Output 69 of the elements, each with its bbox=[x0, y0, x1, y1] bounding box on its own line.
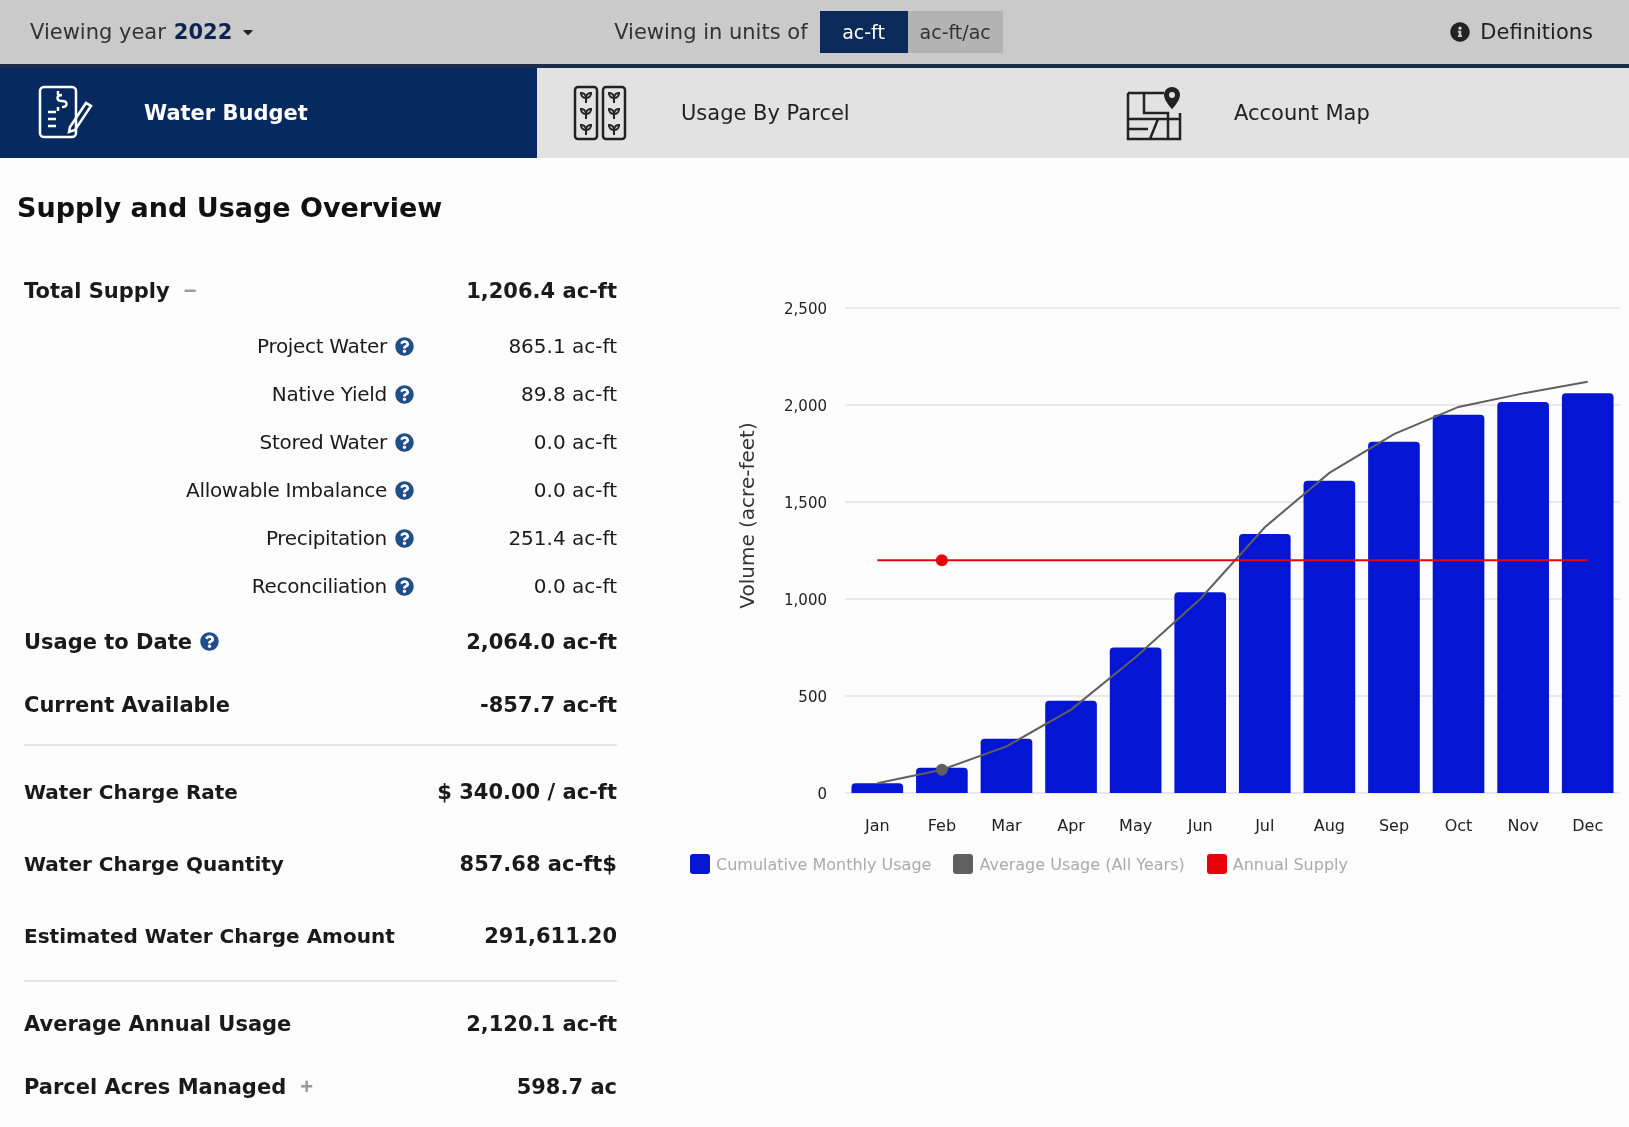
tick-label: 2,500 bbox=[784, 300, 827, 318]
line-series bbox=[876, 380, 1589, 785]
nav-tab[interactable]: Usage By Parcel bbox=[537, 68, 1090, 158]
month-label: Jun bbox=[1187, 816, 1213, 835]
row-value: 0.0 ac-ft bbox=[533, 574, 617, 598]
row-label: Allowable Imbalance bbox=[186, 478, 387, 502]
row-label: Water Charge Rate bbox=[24, 780, 238, 804]
row-label: Water Charge Quantity bbox=[24, 852, 284, 876]
month-label: Feb bbox=[927, 816, 957, 835]
row-label: Average Annual Usage bbox=[24, 1011, 292, 1036]
row-label: Native Yield bbox=[271, 382, 387, 406]
row-value: 291,611.20 bbox=[484, 924, 617, 948]
unit-toggle[interactable]: ac-ft bbox=[819, 11, 908, 53]
tick-label: 500 bbox=[798, 688, 827, 706]
unit-toggle[interactable]: ac-ft/ac bbox=[907, 11, 1003, 53]
month-label: Sep bbox=[1378, 816, 1410, 835]
help-icon[interactable] bbox=[395, 576, 414, 596]
tick-label: 1,000 bbox=[784, 591, 827, 609]
row-value: 89.8 ac-ft bbox=[521, 382, 617, 406]
row-label: Reconciliation bbox=[251, 574, 387, 598]
nav-tab[interactable]: Water Budget bbox=[0, 68, 537, 158]
help-icon[interactable] bbox=[395, 336, 414, 356]
nav-tab[interactable]: Account Map bbox=[1090, 68, 1629, 158]
month-label: Oct bbox=[1444, 816, 1473, 835]
month-label: May bbox=[1119, 816, 1153, 835]
row-label: Stored Water bbox=[259, 430, 387, 454]
definitions-link[interactable]: Definitions bbox=[1068, 19, 1599, 45]
row-value: 1,206.4 ac-ft bbox=[466, 278, 617, 303]
month-label: Dec bbox=[1572, 816, 1604, 835]
row-label: Project Water bbox=[257, 334, 387, 358]
row-label: Usage to Date bbox=[24, 629, 192, 654]
row-label: Estimated Water Charge Amount bbox=[24, 924, 395, 948]
row-value: 0.0 ac-ft bbox=[533, 478, 617, 502]
row-value: 598.7 ac bbox=[516, 1074, 617, 1099]
row-label: Total Supply bbox=[24, 278, 170, 303]
tick-label: 1,500 bbox=[784, 494, 827, 512]
row-value: 857.68 ac-ft$ bbox=[459, 852, 617, 876]
help-icon[interactable] bbox=[395, 528, 414, 548]
help-icon[interactable] bbox=[395, 480, 414, 500]
row-value: 0.0 ac-ft bbox=[533, 430, 617, 454]
row-value: 251.4 ac-ft bbox=[508, 526, 617, 550]
row-label: Precipitation bbox=[265, 526, 387, 550]
units-label: Viewing in units of bbox=[614, 20, 808, 44]
info-icon bbox=[1450, 22, 1471, 42]
month-label: Mar bbox=[991, 816, 1022, 835]
year-label: Viewing year bbox=[30, 20, 166, 44]
row-value: $ 340.00 / ac-ft bbox=[437, 780, 617, 804]
month-label: Aug bbox=[1313, 816, 1345, 835]
row-label: Current Available bbox=[24, 692, 231, 717]
tick-label: 2,000 bbox=[784, 397, 827, 415]
help-icon[interactable] bbox=[200, 632, 219, 651]
month-label: Jan bbox=[864, 816, 890, 835]
section-title: Supply and Usage Overview bbox=[17, 192, 444, 223]
row-value: 2,064.0 ac-ft bbox=[466, 629, 617, 654]
usage-bar bbox=[980, 738, 1033, 793]
usage-bar bbox=[851, 783, 904, 793]
row-value: 2,120.1 ac-ft bbox=[466, 1011, 617, 1036]
year-value: 2022 bbox=[173, 20, 233, 44]
month-label: Nov bbox=[1507, 816, 1539, 835]
tick-label: 0 bbox=[817, 785, 827, 803]
month-label: Apr bbox=[1057, 816, 1085, 835]
axis-title: Volume (acre-feet) bbox=[735, 422, 759, 609]
help-icon[interactable] bbox=[395, 384, 414, 404]
row-label: Parcel Acres Managed bbox=[24, 1074, 287, 1099]
year-dropdown[interactable]: Viewing year 2022 bbox=[30, 20, 549, 44]
month-label: Jul bbox=[1255, 816, 1275, 835]
help-icon[interactable] bbox=[395, 432, 414, 452]
row-value: 865.1 ac-ft bbox=[508, 334, 617, 358]
row-value: -857.7 ac-ft bbox=[480, 692, 617, 717]
